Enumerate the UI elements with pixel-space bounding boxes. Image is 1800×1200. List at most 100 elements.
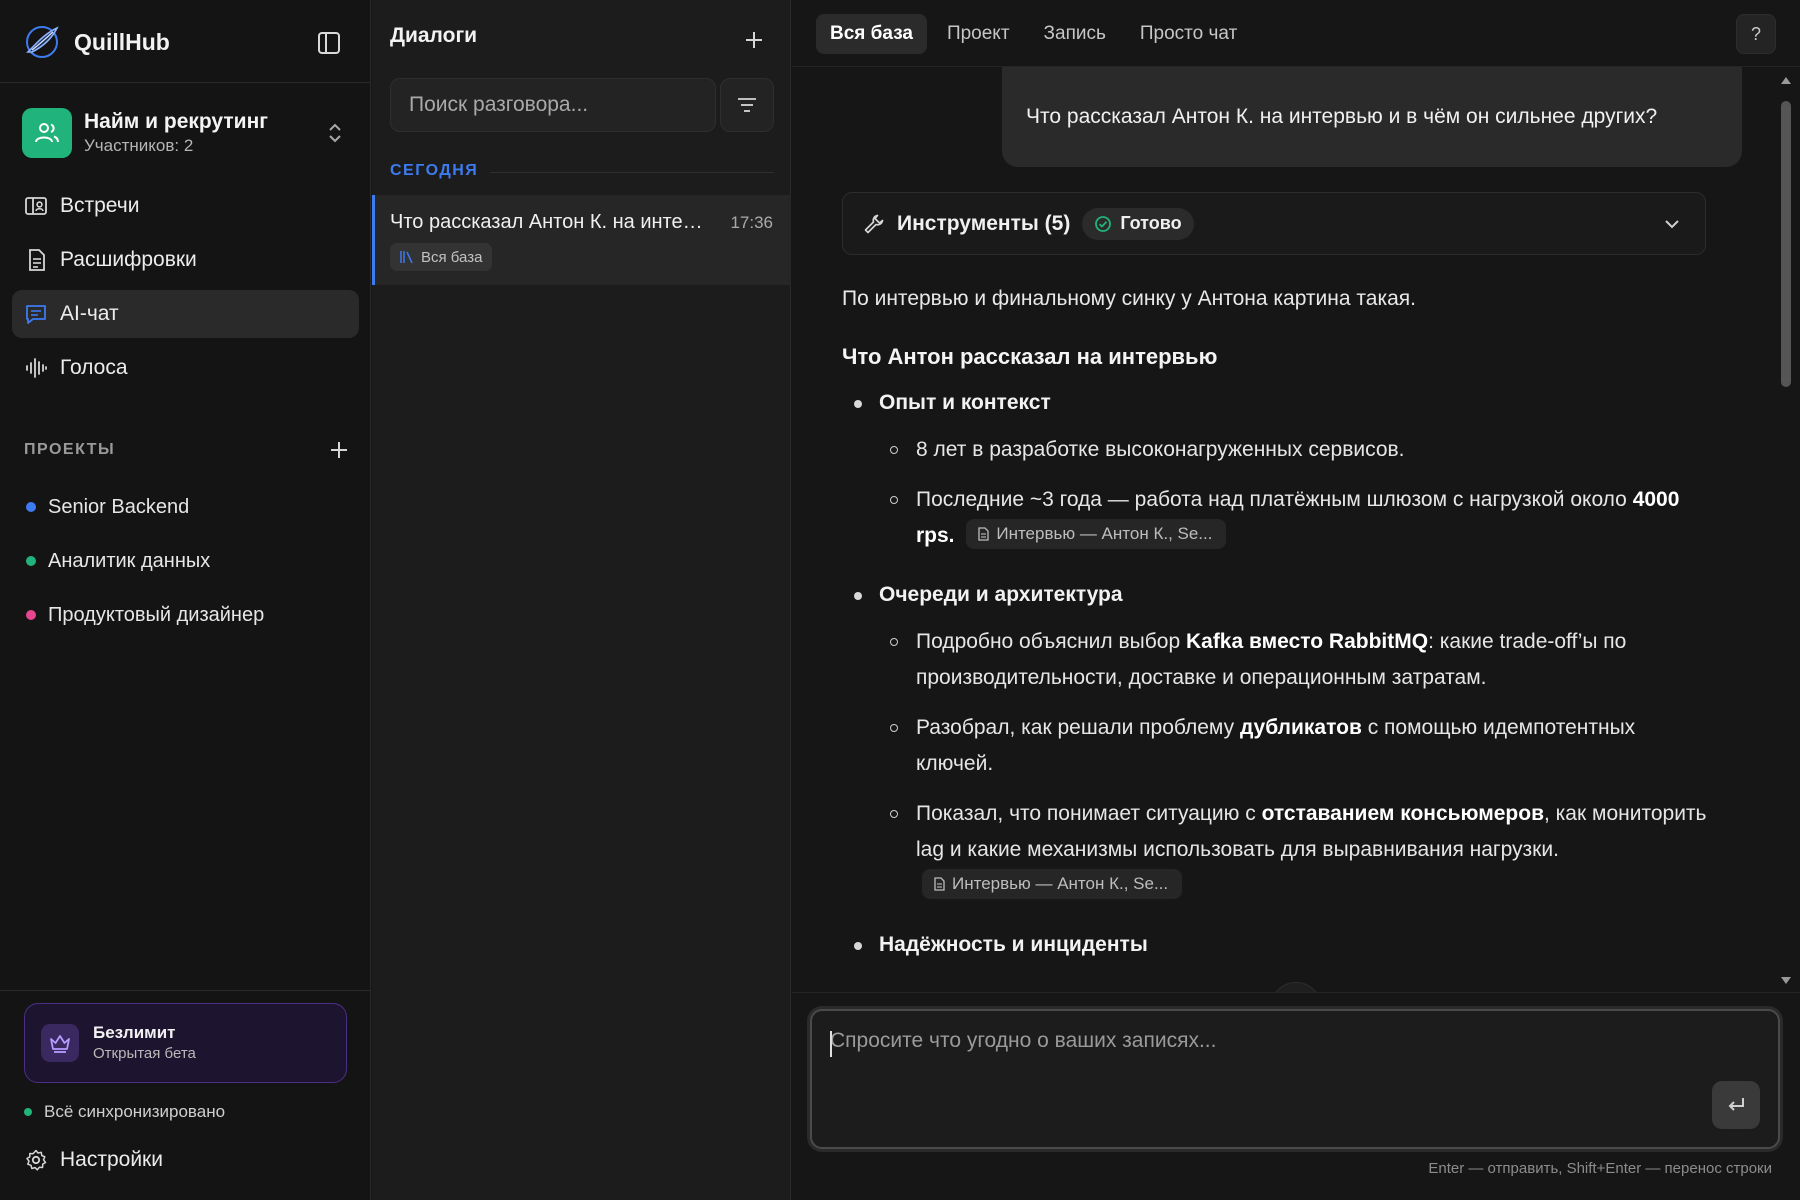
user-message-bubble: Что рассказал Антон К. на интервью и в ч… xyxy=(1002,67,1742,167)
nav-item-meetings[interactable]: Встречи xyxy=(12,182,359,230)
answer-list-item: Последние ~3 года — работа над платёжным… xyxy=(842,482,1712,554)
sync-dot xyxy=(24,1108,32,1116)
sidebar-panel-icon xyxy=(318,32,340,54)
composer-divider xyxy=(792,992,1800,993)
sidebar-nav: Встречи Расшифровки AI-чат Голоса xyxy=(12,182,359,398)
crown-icon xyxy=(50,1035,70,1053)
dialog-group-label: СЕГОДНЯ xyxy=(390,162,479,179)
answer-text: Подробно объяснил выбор xyxy=(916,630,1186,653)
brand[interactable]: QuillHub xyxy=(22,22,170,62)
answer-list-item: 8 лет в разработке высоконагруженных сер… xyxy=(842,432,1712,468)
nav-item-label: AI-чат xyxy=(60,302,119,325)
answer-text: Последние ~3 года — работа над платёжным… xyxy=(916,488,1633,511)
sub-bullet-marker xyxy=(890,724,898,732)
answer-bold-text: дубликатов xyxy=(1239,716,1362,739)
chat-scrollbar[interactable] xyxy=(1772,67,1800,992)
answer-bold-text: Kafka вместо RabbitMQ xyxy=(1185,630,1429,653)
scrollbar-thumb[interactable] xyxy=(1781,101,1791,387)
nav-item-voices[interactable]: Голоса xyxy=(12,344,359,392)
filter-icon xyxy=(738,98,756,112)
answer-text: Показал, что понимает ситуацию с xyxy=(916,802,1262,825)
scroll-to-bottom-button[interactable] xyxy=(1270,982,1322,992)
scroll-up-arrow-icon[interactable] xyxy=(1780,75,1792,85)
sub-bullet-marker xyxy=(890,496,898,504)
answer-section: Опыт и контекст 8 лет в разработке высок… xyxy=(842,388,1712,554)
scroll-down-arrow-icon[interactable] xyxy=(1780,976,1792,986)
sidebar: QuillHub Найм и рекрутинг Участников: 2 xyxy=(0,0,371,1200)
meetings-icon xyxy=(25,197,47,215)
plus-icon xyxy=(331,442,347,458)
project-item-product-designer[interactable]: Продуктовый дизайнер xyxy=(26,588,264,642)
dialog-filter-button[interactable] xyxy=(720,78,774,132)
project-item-senior-backend[interactable]: Senior Backend xyxy=(26,480,264,534)
answer-text: Разобрал, как решали проблему xyxy=(916,716,1240,739)
answer-section-title: Надёжность и инциденты xyxy=(879,933,1148,956)
plan-card[interactable]: Безлимит Открытая бета xyxy=(24,1003,347,1083)
dialog-item-title: Что рассказал Антон К. на интервью и в ч… xyxy=(390,211,710,233)
chat-scroll-area[interactable]: Что рассказал Антон К. на интервью и в ч… xyxy=(792,67,1772,992)
help-button[interactable]: ? xyxy=(1736,14,1776,54)
quill-logo-icon xyxy=(22,22,62,62)
message-input[interactable] xyxy=(830,1029,1680,1119)
sidebar-toggle-button[interactable] xyxy=(314,28,344,58)
nav-item-label: Расшифровки xyxy=(60,248,197,271)
answer-list-item: Разобрал, как решали проблему дубликатов… xyxy=(842,710,1712,782)
tab-record[interactable]: Запись xyxy=(1030,14,1120,54)
workspace-avatar xyxy=(22,108,72,158)
gear-icon xyxy=(26,1149,47,1171)
project-color-dot xyxy=(26,556,36,566)
chevron-down-icon xyxy=(1665,220,1679,229)
add-project-button[interactable] xyxy=(328,439,350,461)
answer-text: 8 лет в разработке высоконагруженных сер… xyxy=(916,438,1405,461)
tab-just-chat[interactable]: Просто чат xyxy=(1126,14,1251,54)
tools-panel[interactable]: Инструменты (5) Готово xyxy=(842,192,1706,255)
library-icon xyxy=(400,251,413,264)
sidebar-divider xyxy=(0,82,371,83)
send-button[interactable] xyxy=(1712,1081,1760,1129)
answer-section: Надёжность и инциденты xyxy=(842,930,1712,960)
enter-icon xyxy=(1728,1098,1744,1111)
tools-status-label: Готово xyxy=(1120,213,1182,233)
chevrons-up-down-icon xyxy=(329,123,341,143)
text-caret xyxy=(830,1031,832,1057)
sub-bullet-marker xyxy=(890,638,898,646)
dialog-search-input[interactable] xyxy=(390,78,716,132)
nav-item-label: Встречи xyxy=(60,194,140,217)
source-chip[interactable]: Интервью — Антон К., Se... xyxy=(922,869,1183,900)
project-label: Аналитик данных xyxy=(48,549,211,572)
bullet-marker xyxy=(854,400,862,408)
brand-name: QuillHub xyxy=(74,28,170,55)
source-chip[interactable]: Интервью — Антон К., Se... xyxy=(966,519,1227,550)
tools-label: Инструменты (5) xyxy=(897,211,1071,235)
project-color-dot xyxy=(26,502,36,512)
workspace-switcher[interactable]: Найм и рекрутинг Участников: 2 xyxy=(22,104,352,162)
answer-intro: По интервью и финальному синку у Антона … xyxy=(842,287,1416,310)
answer-heading: Что Антон рассказал на интервью xyxy=(842,344,1218,369)
dialog-list-item[interactable]: Что рассказал Антон К. на интервью и в ч… xyxy=(372,195,791,285)
bullet-marker xyxy=(854,942,862,950)
source-chip-label: Интервью — Антон К., Se... xyxy=(996,524,1213,544)
message-composer xyxy=(810,1009,1780,1149)
plus-icon xyxy=(746,32,762,48)
settings-button[interactable]: Настройки xyxy=(24,1148,163,1172)
project-list: Senior Backend Аналитик данных Продуктов… xyxy=(26,480,264,642)
dialog-scope-tag-label: Вся база xyxy=(421,248,483,266)
dialogs-title: Диалоги xyxy=(390,24,478,47)
document-icon xyxy=(978,527,990,542)
nav-item-transcripts[interactable]: Расшифровки xyxy=(12,236,359,284)
chat-icon xyxy=(26,305,46,324)
document-icon xyxy=(934,877,945,892)
nav-item-ai-chat[interactable]: AI-чат xyxy=(12,290,359,338)
project-label: Продуктовый дизайнер xyxy=(48,603,265,626)
tab-project[interactable]: Проект xyxy=(933,14,1024,54)
dialog-group-divider xyxy=(490,172,774,173)
project-item-data-analyst[interactable]: Аналитик данных xyxy=(26,534,264,588)
sub-bullet-marker xyxy=(890,446,898,454)
tab-all-base[interactable]: Вся база xyxy=(816,14,927,54)
dialog-scope-tag: Вся база xyxy=(390,243,493,271)
bullet-marker xyxy=(854,592,862,600)
sync-status: Всё синхронизировано xyxy=(24,1102,225,1122)
new-dialog-button[interactable] xyxy=(740,26,768,54)
sub-bullet-marker xyxy=(890,810,898,818)
wrench-icon xyxy=(864,214,884,233)
